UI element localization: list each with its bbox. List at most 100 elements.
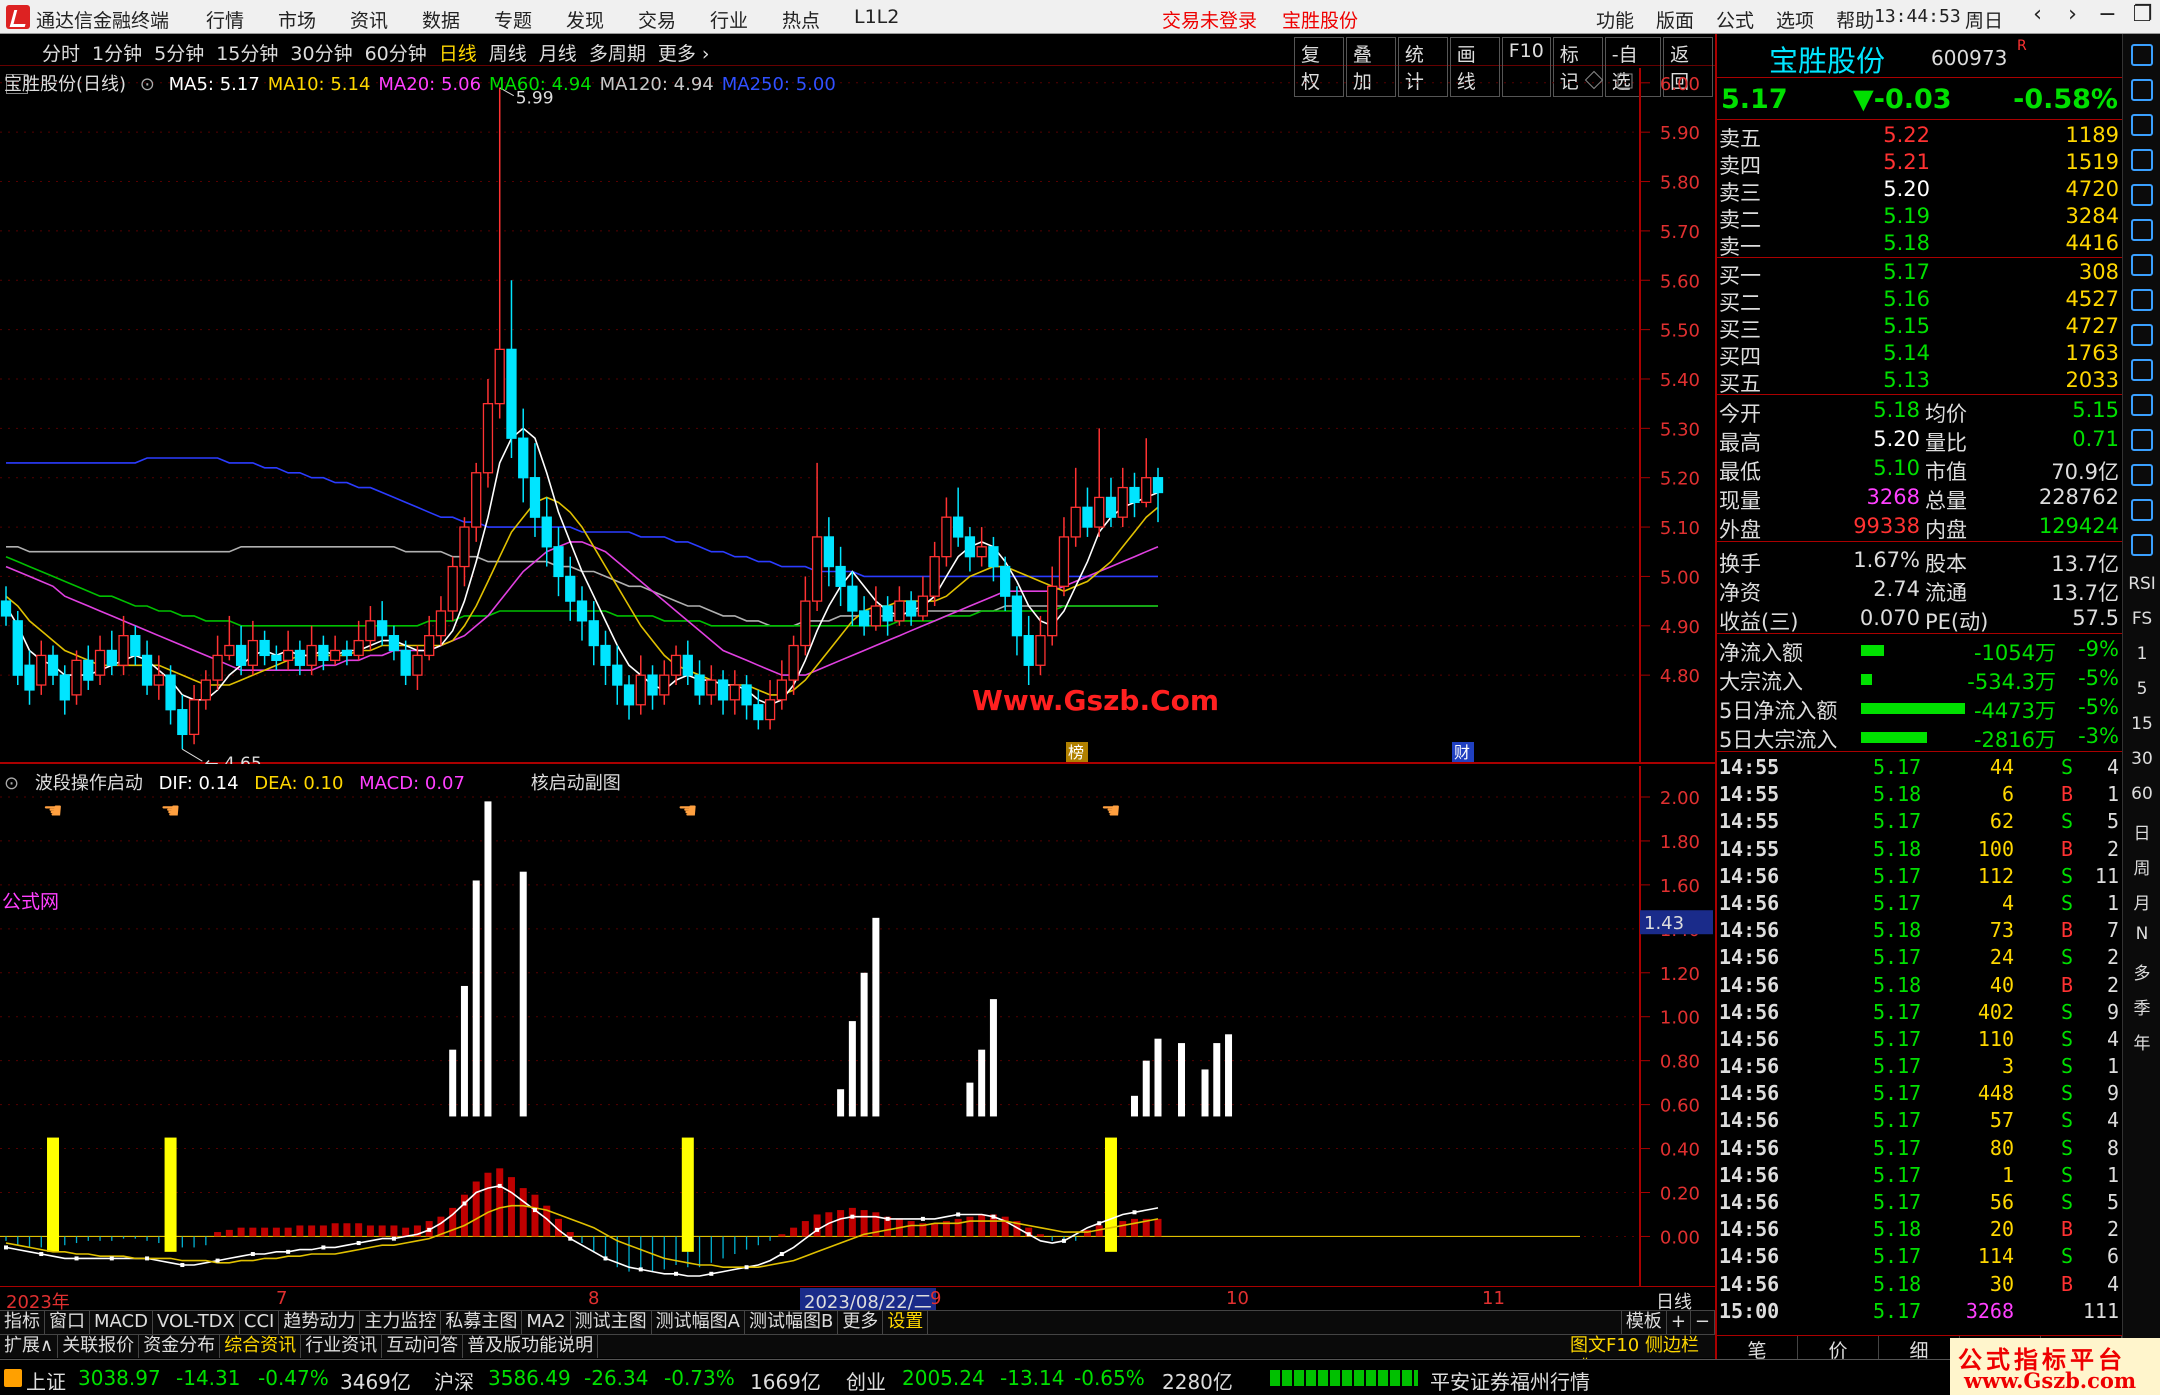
indicator-tab-4[interactable]: CCI: [240, 1311, 280, 1334]
period-tab-1[interactable]: 1分钟: [92, 39, 142, 66]
side-tool-6[interactable]: 60: [2123, 784, 2160, 804]
tick-row[interactable]: 14:56 5.17 114 S 6: [1717, 1243, 2122, 1270]
buy-5-row[interactable]: 买五 5.13 2033: [1717, 367, 2122, 396]
side-tool-4[interactable]: 15: [2123, 714, 2160, 734]
period-tab-4[interactable]: 30分钟: [290, 39, 352, 66]
quote-tab-0[interactable]: 笔: [1717, 1336, 1798, 1362]
ext-tab-2[interactable]: 资金分布: [139, 1335, 221, 1358]
tick-list[interactable]: 14:55 5.17 44 S 4 14:55 5.18 6 B 1 14:55 5.17 62 S 5 14…: [1717, 754, 2122, 1325]
ext-tab-6[interactable]: 普及版功能说明: [463, 1335, 599, 1358]
quote-tab-2[interactable]: 细: [1879, 1336, 1960, 1362]
period-tab-5[interactable]: 60分钟: [365, 39, 427, 66]
sz-name[interactable]: 沪深: [434, 1366, 474, 1395]
right-menu-item-3[interactable]: 选项: [1776, 6, 1814, 33]
tick-row[interactable]: 14:55 5.18 6 B 1: [1717, 781, 2122, 808]
menu-item-1[interactable]: 市场: [278, 6, 350, 33]
side-tool-2[interactable]: 1: [2123, 644, 2160, 664]
buy-3-row[interactable]: 买三 5.15 4727: [1717, 313, 2122, 342]
tick-row[interactable]: 14:56 5.17 24 S 2: [1717, 944, 2122, 971]
tick-row[interactable]: 14:56 5.17 402 S 9: [1717, 999, 2122, 1026]
tick-row[interactable]: 14:56 5.17 112 S 11: [1717, 863, 2122, 890]
side-tool-1[interactable]: FS: [2123, 609, 2160, 629]
quote-tab-1[interactable]: 价: [1798, 1336, 1879, 1362]
period-tab-10[interactable]: 更多 ›: [658, 39, 710, 66]
side-tool-5[interactable]: 30: [2123, 749, 2160, 769]
ext-tab-0[interactable]: 扩展∧: [0, 1335, 59, 1358]
menu-item-0[interactable]: 行情: [206, 6, 278, 33]
tick-row[interactable]: 14:56 5.17 1 S 1: [1717, 1162, 2122, 1189]
indicator-tab-6[interactable]: 主力监控: [360, 1311, 442, 1334]
back-icon[interactable]: ‹: [2020, 2, 2055, 27]
tick-row[interactable]: 14:56 5.17 56 S 5: [1717, 1189, 2122, 1216]
tick-row[interactable]: 14:56 5.17 3 S 1: [1717, 1053, 2122, 1080]
sell-3-row[interactable]: 卖三 5.20 4720: [1717, 176, 2122, 205]
doc-icon[interactable]: [2131, 359, 2153, 381]
down-arrow-icon[interactable]: [2131, 114, 2153, 136]
side-tool-11[interactable]: 多: [2123, 959, 2160, 984]
fund-icon[interactable]: [2131, 394, 2153, 416]
time-icon[interactable]: [2131, 499, 2153, 521]
tab-right-2[interactable]: −: [1691, 1311, 1715, 1334]
period-tab-8[interactable]: 月线: [539, 39, 577, 66]
tick-row[interactable]: 14:55 5.18 100 B 2: [1717, 836, 2122, 863]
indicator-tab-8[interactable]: MA2: [522, 1311, 571, 1334]
tick-row[interactable]: 14:56 5.18 30 B 4: [1717, 1271, 2122, 1298]
f10-icon[interactable]: [2131, 324, 2153, 346]
indicator-tab-13[interactable]: 设置: [883, 1311, 929, 1334]
sell-2-row[interactable]: 卖二 5.19 3284: [1717, 203, 2122, 232]
tick-row[interactable]: 14:56 5.17 4 S 1: [1717, 890, 2122, 917]
buy-2-row[interactable]: 买二 5.16 4527: [1717, 286, 2122, 315]
tick-row[interactable]: 14:56 5.17 110 S 4: [1717, 1026, 2122, 1053]
tab-right-1[interactable]: +: [1667, 1311, 1691, 1334]
sell-1-row[interactable]: 卖一 5.18 4416: [1717, 230, 2122, 259]
indicator-tab-3[interactable]: VOL-TDX: [153, 1311, 240, 1334]
sell-4-row[interactable]: 卖四 5.21 1519: [1717, 149, 2122, 178]
indicator-tab-5[interactable]: 趋势动力: [279, 1311, 361, 1334]
tick-row[interactable]: 14:55 5.17 44 S 4: [1717, 754, 2122, 781]
chart-icon[interactable]: [2131, 534, 2153, 556]
indicator-tab-7[interactable]: 私募主图: [441, 1311, 523, 1334]
cy-name[interactable]: 创业: [846, 1366, 886, 1395]
menu-item-6[interactable]: 交易: [638, 6, 710, 33]
menu-item-2[interactable]: 资讯: [350, 6, 422, 33]
ext-tab-3[interactable]: 综合资讯: [220, 1335, 302, 1358]
indicator-tab-0[interactable]: 指标: [0, 1311, 45, 1334]
sell-5-row[interactable]: 卖五 5.22 1189: [1717, 122, 2122, 151]
period-tab-9[interactable]: 多周期: [589, 39, 646, 66]
side-tool-10[interactable]: N: [2123, 924, 2160, 944]
right-menu-item-2[interactable]: 公式: [1716, 6, 1754, 33]
forward-icon[interactable]: ›: [2055, 2, 2090, 27]
buy-1-row[interactable]: 买一 5.17 308: [1717, 259, 2122, 288]
ext-tab-1[interactable]: 关联报价: [58, 1335, 140, 1358]
tick-row[interactable]: 15:00 5.17 3268 111: [1717, 1298, 2122, 1325]
side-tool-8[interactable]: 周: [2123, 854, 2160, 879]
clock-icon[interactable]: [2131, 464, 2153, 486]
main-chart-svg[interactable]: 6.00 5.90 5.80 5.70 5.60 5.50 5.40 5.30 5.20 5.10…: [0, 68, 1715, 774]
right-menu-item-1[interactable]: 版面: [1656, 6, 1694, 33]
indicator-tab-11[interactable]: 测试幅图B: [745, 1311, 839, 1334]
main-candlestick-chart[interactable]: 6.00 5.90 5.80 5.70 5.60 5.50 5.40 5.30 5.20 5.10…: [0, 68, 1715, 774]
table-icon[interactable]: [2131, 289, 2153, 311]
chart-options-icon[interactable]: ⊙: [140, 74, 155, 95]
sub-chart-svg[interactable]: 2.001.801.601.401.201.000.800.600.400.20…: [0, 766, 1715, 1286]
line-chart-icon[interactable]: [2131, 219, 2153, 241]
tick-row[interactable]: 14:56 5.17 448 S 9: [1717, 1080, 2122, 1107]
candle-icon[interactable]: [2131, 254, 2153, 276]
tick-row[interactable]: 14:56 5.18 73 B 7: [1717, 917, 2122, 944]
current-stock-link[interactable]: 宝胜股份: [1282, 6, 1358, 33]
menu-item-7[interactable]: 行业: [710, 6, 782, 33]
tick-row[interactable]: 14:56 5.18 20 B 2: [1717, 1216, 2122, 1243]
buy-4-row[interactable]: 买四 5.14 1763: [1717, 340, 2122, 369]
login-status[interactable]: 交易未登录: [1162, 6, 1257, 33]
f2-icon[interactable]: [2131, 429, 2153, 451]
indicator-tab-9[interactable]: 测试主图: [571, 1311, 652, 1334]
side-tool-13[interactable]: 年: [2123, 1029, 2160, 1054]
menu-item-5[interactable]: 发现: [566, 6, 638, 33]
ext-tab-5[interactable]: 互动问答: [382, 1335, 464, 1358]
sub-options-icon[interactable]: ⊙: [4, 773, 19, 794]
indicator-tab-10[interactable]: 测试幅图A: [652, 1311, 745, 1334]
tick-row[interactable]: 14:56 5.17 57 S 4: [1717, 1107, 2122, 1134]
close-icon[interactable]: [2131, 44, 2153, 66]
minimize-icon[interactable]: −: [2090, 2, 2125, 27]
indicator-sub-chart[interactable]: 2.001.801.601.401.201.000.800.600.400.20…: [0, 766, 1715, 1286]
